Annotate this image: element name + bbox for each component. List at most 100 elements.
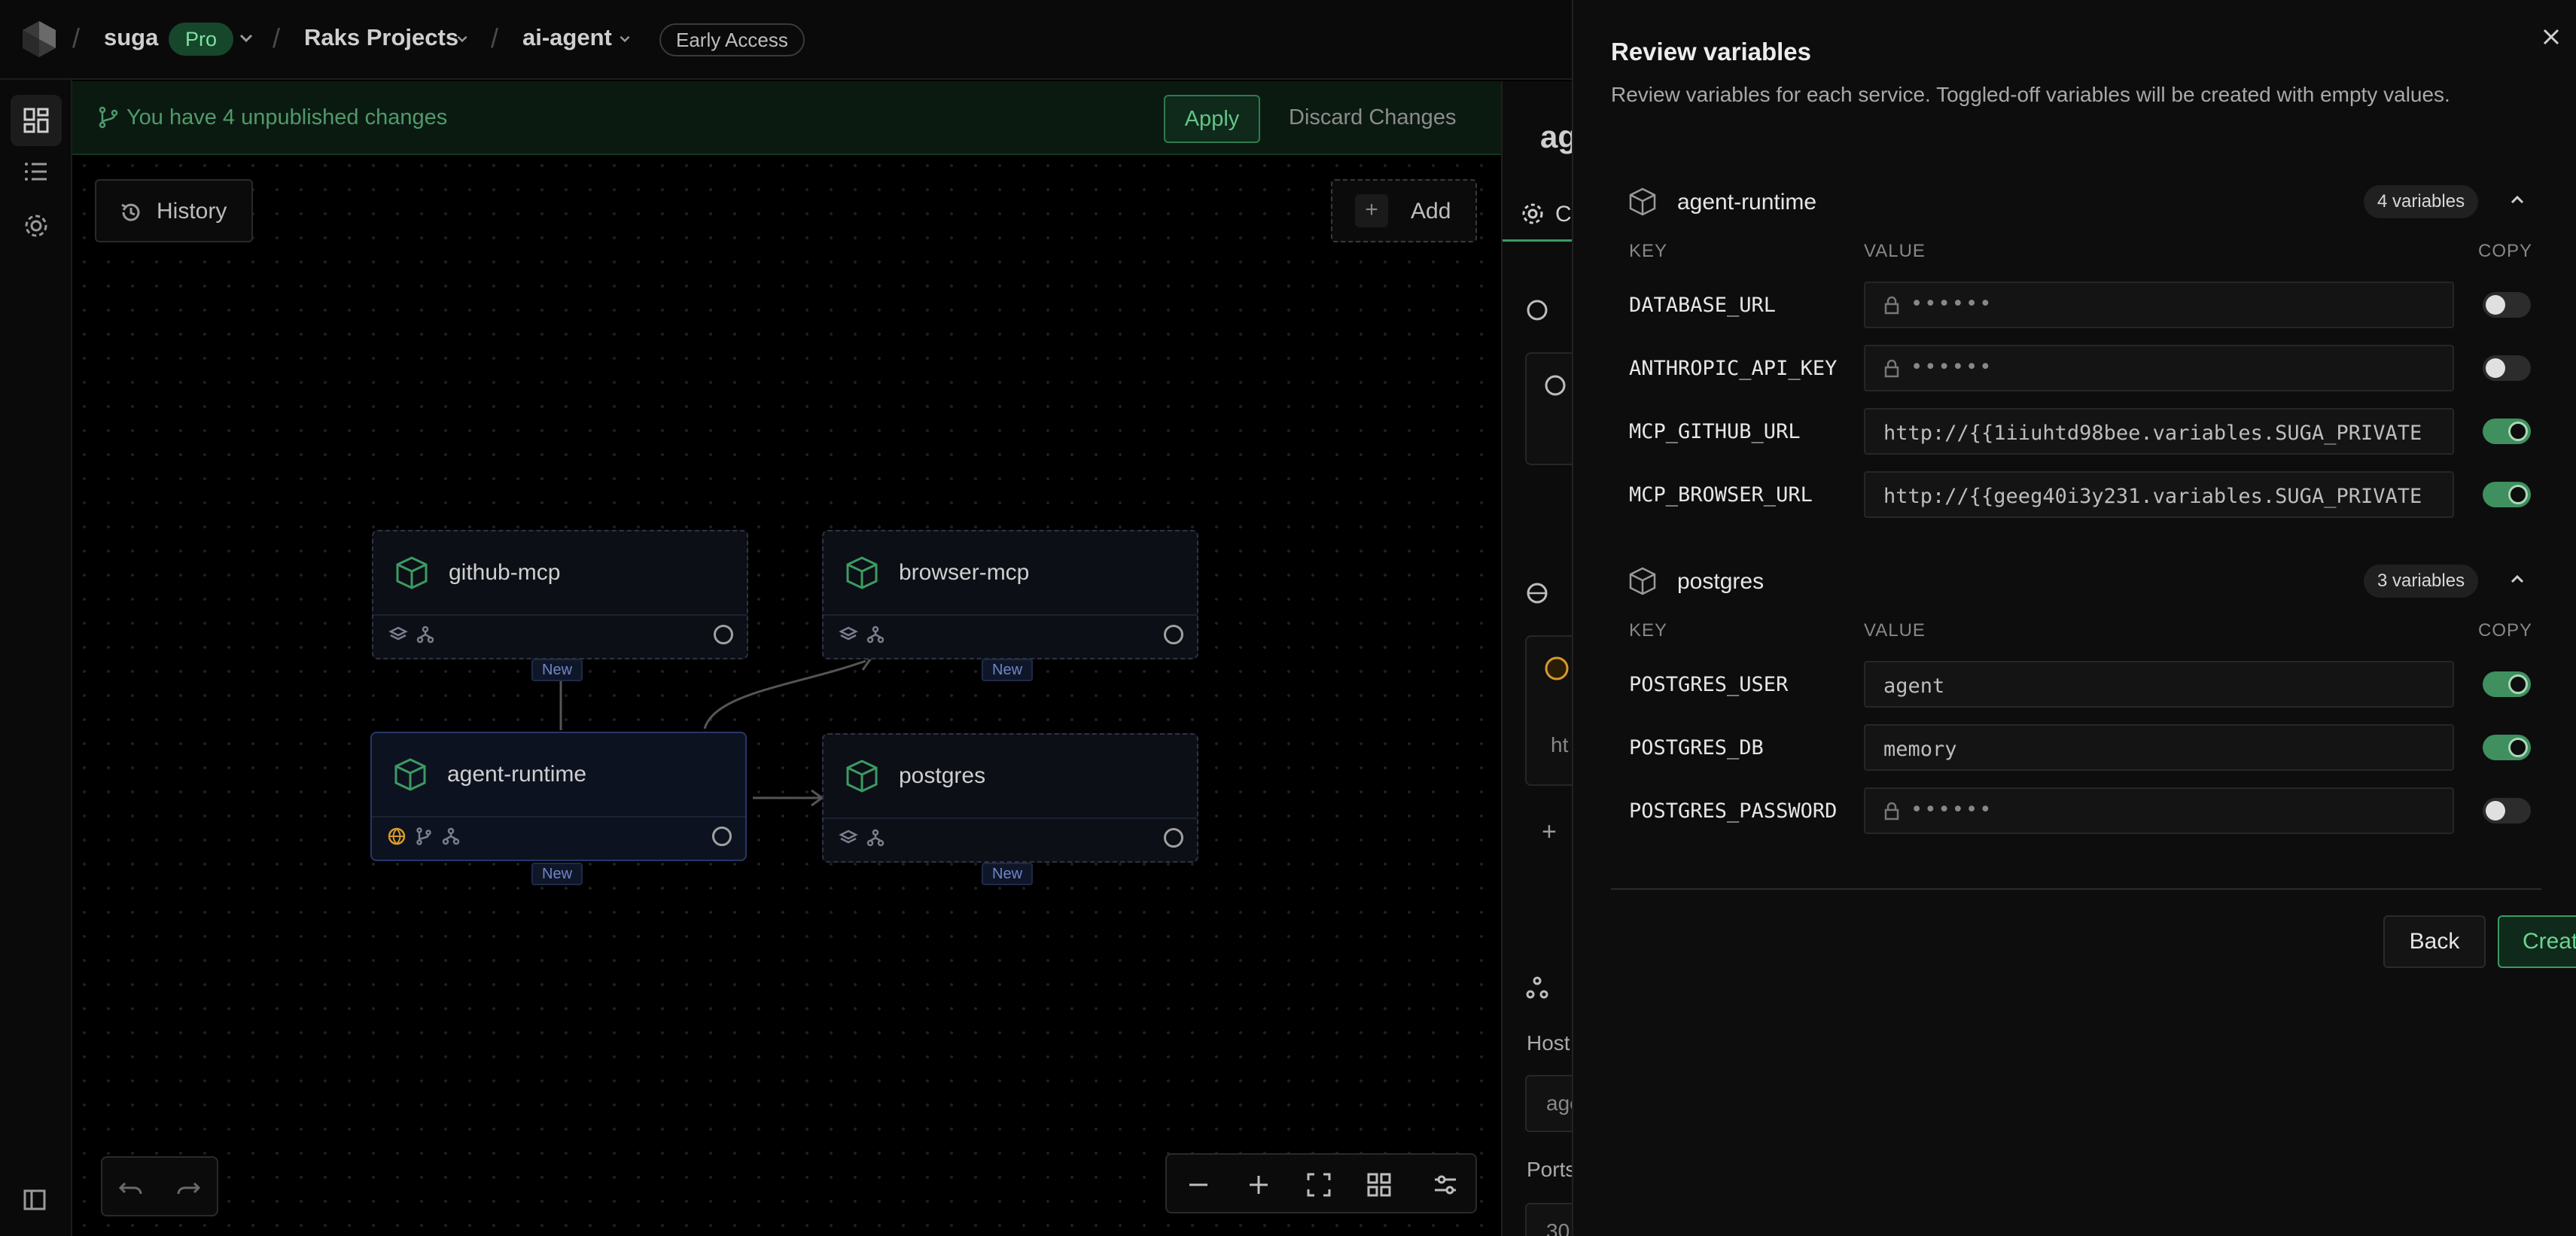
project-name[interactable]: Raks Projects: [304, 24, 458, 51]
copy-toggle[interactable]: [2483, 482, 2531, 507]
container-icon: [846, 556, 878, 589]
active-tab-indicator: [1503, 239, 1572, 242]
variable-value-input[interactable]: http://{{geeg40i3y231.variables.SUGA_PRI…: [1864, 471, 2454, 518]
route-card[interactable]: ht: [1525, 635, 1572, 786]
chevron-up-icon[interactable]: [2507, 569, 2528, 590]
column-header-copy: COPY: [2478, 241, 2533, 261]
copy-toggle[interactable]: [2483, 292, 2531, 318]
variable-key: POSTGRES_PASSWORD: [1629, 799, 1838, 823]
node-name: github-mcp: [449, 560, 561, 585]
route-value: ht: [1551, 733, 1569, 757]
review-variables-drawer: Review variables Review variables for ea…: [1572, 0, 2576, 1236]
branch-icon: [99, 106, 118, 129]
network-icon: [416, 626, 434, 644]
apply-button[interactable]: Apply: [1164, 95, 1260, 143]
new-tag: New: [531, 659, 583, 681]
architecture-canvas[interactable]: [72, 81, 1501, 1236]
gear-icon[interactable]: [23, 212, 50, 239]
node-divider: [824, 614, 1197, 616]
network-icon: [1526, 976, 1548, 999]
variable-count-badge: 3 variables: [2364, 565, 2479, 598]
layers-icon: [388, 626, 408, 641]
variable-value-input[interactable]: ••••••: [1864, 345, 2454, 391]
close-icon[interactable]: [2540, 26, 2562, 48]
host-label: Host: [1527, 1031, 1570, 1055]
app-name[interactable]: ai-agent: [522, 24, 612, 51]
undo-icon[interactable]: [117, 1174, 145, 1201]
node-name: browser-mcp: [899, 560, 1030, 585]
host-input[interactable]: age: [1525, 1075, 1572, 1132]
zoom-out-icon[interactable]: [1185, 1171, 1212, 1198]
add-route-icon[interactable]: +: [1542, 817, 1557, 847]
zoom-in-icon[interactable]: [1245, 1171, 1272, 1198]
node-divider: [373, 614, 747, 616]
chevron-down-icon[interactable]: [616, 30, 634, 48]
github-icon: [1545, 375, 1566, 396]
tab-config[interactable]: Co: [1555, 202, 1572, 227]
create-button[interactable]: Create: [2498, 915, 2576, 968]
org-name[interactable]: suga: [104, 24, 158, 51]
masked-value: ••••••: [1911, 355, 1993, 379]
column-header-value: VALUE: [1864, 620, 1926, 641]
host-value: age: [1546, 1091, 1572, 1115]
drawer-subtitle: Review variables for each service. Toggl…: [1611, 83, 2450, 106]
column-header-copy: COPY: [2478, 620, 2533, 641]
github-icon: [1527, 300, 1548, 321]
variable-value-input[interactable]: agent: [1864, 661, 2454, 708]
suga-logo-icon[interactable]: [20, 20, 59, 59]
node-divider: [824, 817, 1197, 819]
copy-toggle[interactable]: [2483, 735, 2531, 760]
masked-value: ••••••: [1911, 798, 1993, 821]
status-indicator: [714, 625, 733, 644]
dashboard-icon[interactable]: [11, 95, 62, 146]
network-icon: [866, 829, 885, 847]
history-icon: [121, 203, 140, 221]
chevron-up-icon[interactable]: [2507, 190, 2528, 211]
masked-value: ••••••: [1911, 292, 1993, 315]
status-indicator: [1164, 625, 1183, 644]
fit-view-icon[interactable]: [1305, 1171, 1332, 1198]
new-tag: New: [982, 659, 1034, 681]
back-button[interactable]: Back: [2383, 915, 2486, 968]
variable-key: MCP_GITHUB_URL: [1629, 420, 1801, 443]
variable-value-input[interactable]: http://{{1iiuhtd98bee.variables.SUGA_PRI…: [1864, 408, 2454, 455]
settings-sliders-icon[interactable]: [1432, 1171, 1459, 1198]
service-node-postgres[interactable]: postgres: [822, 733, 1198, 863]
container-icon: [394, 758, 426, 791]
service-node-github-mcp[interactable]: github-mcp: [372, 530, 748, 659]
chevron-down-icon[interactable]: [235, 27, 257, 50]
column-header-key: KEY: [1629, 620, 1668, 641]
sidebar-toggle-icon[interactable]: [23, 1188, 47, 1212]
repository-card[interactable]: [1525, 352, 1572, 465]
list-icon[interactable]: [23, 158, 50, 185]
grid-icon[interactable]: [1366, 1171, 1393, 1198]
layers-icon: [839, 830, 858, 844]
service-node-agent-runtime[interactable]: agent-runtime: [370, 732, 747, 861]
panel-title: ag: [1540, 119, 1572, 154]
new-tag: New: [531, 863, 583, 885]
history-button[interactable]: History: [95, 179, 253, 242]
variable-value-input[interactable]: memory: [1864, 724, 2454, 771]
add-resource-button[interactable]: + Add: [1331, 179, 1477, 242]
service-node-browser-mcp[interactable]: browser-mcp: [822, 530, 1198, 659]
drawer-title: Review variables: [1611, 38, 1811, 65]
copy-toggle[interactable]: [2483, 798, 2531, 823]
globe-icon: [1527, 583, 1548, 604]
gear-icon: [1522, 203, 1543, 224]
network-icon: [442, 827, 460, 845]
chevron-down-icon[interactable]: [453, 30, 471, 48]
variable-value-input[interactable]: ••••••: [1864, 282, 2454, 328]
globe-icon: [1545, 656, 1569, 680]
ports-input[interactable]: 30: [1525, 1203, 1572, 1236]
add-label: Add: [1411, 199, 1451, 224]
copy-toggle[interactable]: [2483, 671, 2531, 697]
variable-value: http://{{geeg40i3y231.variables.SUGA_PRI…: [1883, 485, 2422, 508]
variable-value-input[interactable]: ••••••: [1864, 787, 2454, 834]
discard-changes-button[interactable]: Discard Changes: [1289, 105, 1456, 130]
service-name: postgres: [1677, 569, 1765, 594]
variable-key: DATABASE_URL: [1629, 294, 1777, 317]
copy-toggle[interactable]: [2483, 419, 2531, 444]
redo-icon[interactable]: [175, 1174, 202, 1201]
ports-value: 30: [1546, 1219, 1570, 1236]
copy-toggle[interactable]: [2483, 355, 2531, 381]
